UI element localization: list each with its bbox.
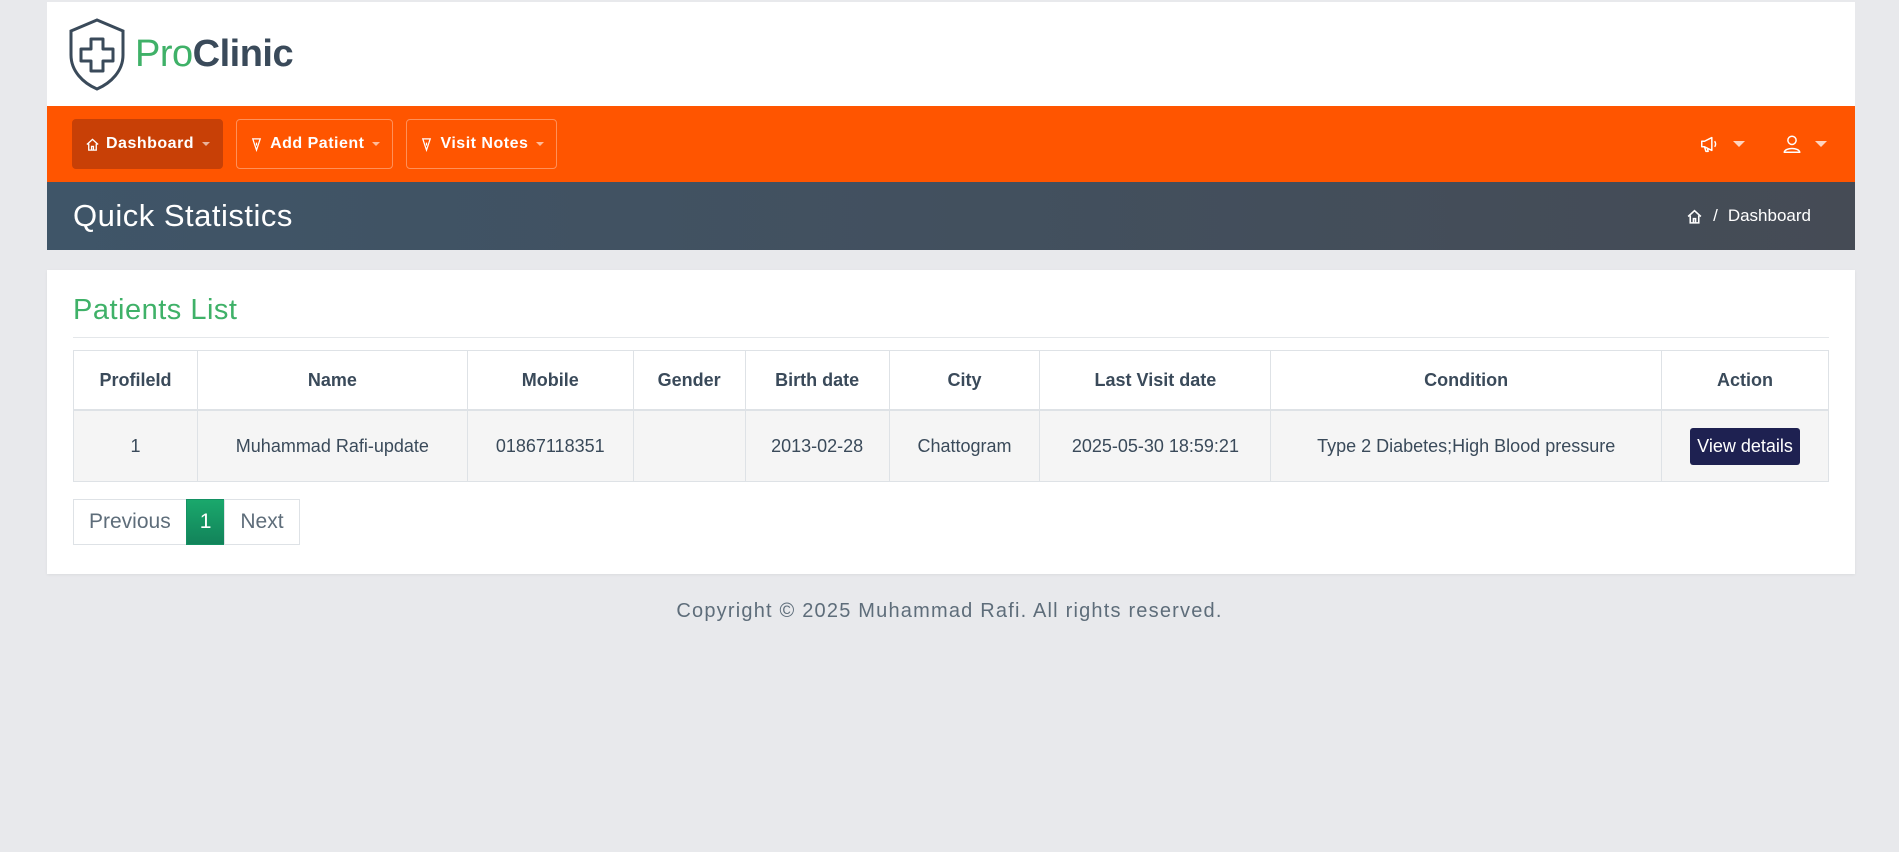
column-header[interactable]: Mobile <box>466 350 634 411</box>
user-icon <box>1783 135 1801 153</box>
nav-visit-notes-button[interactable]: Visit Notes <box>406 119 558 169</box>
chevron-down-icon <box>1815 141 1827 147</box>
nav-dashboard-label: Dashboard <box>106 135 195 152</box>
page-title: Quick Statistics <box>73 198 293 233</box>
megaphone-icon <box>1701 136 1717 153</box>
cell-action: View details <box>1661 409 1829 482</box>
breadcrumb: / Dashboard <box>1686 206 1811 226</box>
nav-visit-notes-label: Visit Notes <box>440 135 529 152</box>
cell-gender <box>632 409 746 482</box>
top-header: ProClinic <box>47 2 1855 106</box>
cell-mobile: 01867118351 <box>466 409 634 482</box>
nav-add-patient-button[interactable]: Add Patient <box>236 119 394 169</box>
table-row: 1 Muhammad Rafi-update 01867118351 2013-… <box>73 409 1829 482</box>
chevron-down-icon <box>372 142 381 146</box>
cell-city: Chattogram <box>888 409 1041 482</box>
cell-condition: Type 2 Diabetes;High Blood pressure <box>1270 409 1663 482</box>
nav-add-patient-label: Add Patient <box>270 135 365 152</box>
cell-name: Muhammad Rafi-update <box>196 409 468 482</box>
column-header[interactable]: Condition <box>1270 350 1663 411</box>
column-header[interactable]: City <box>888 350 1041 411</box>
main-navbar: Dashboard Add Patient Visit Notes <box>47 106 1855 182</box>
card-divider <box>73 337 1829 338</box>
user-menu-dropdown[interactable] <box>1781 133 1827 155</box>
shield-cross-icon <box>69 18 125 91</box>
table-header-row: ProfileId Name Mobile Gender Birth date … <box>73 350 1829 411</box>
next-page-button[interactable]: Next <box>224 499 300 545</box>
chevron-down-icon <box>536 142 545 146</box>
patients-list-title: Patients List <box>73 294 238 326</box>
nav-dashboard-button[interactable]: Dashboard <box>72 119 224 169</box>
nav-right-group <box>1699 133 1827 155</box>
page-title-bar: Quick Statistics / Dashboard <box>47 182 1855 250</box>
cell-last-visit: 2025-05-30 18:59:21 <box>1039 409 1272 482</box>
footer-copyright: Copyright © 2025 Muhammad Rafi. All righ… <box>676 600 1223 622</box>
home-icon[interactable] <box>1686 208 1703 225</box>
pin-icon <box>251 137 262 152</box>
chevron-down-icon <box>1733 141 1745 147</box>
cell-profile-id: 1 <box>73 409 198 482</box>
column-header: Action <box>1661 350 1829 411</box>
cell-birth-date: 2013-02-28 <box>744 409 890 482</box>
patients-table: ProfileId Name Mobile Gender Birth date … <box>73 350 1829 482</box>
column-header[interactable]: Gender <box>632 350 746 411</box>
breadcrumb-separator: / <box>1713 206 1718 225</box>
view-details-button[interactable]: View details <box>1690 427 1800 465</box>
column-header[interactable]: ProfileId <box>73 350 198 411</box>
brand-name: ProClinic <box>135 32 294 75</box>
page-1-button[interactable]: 1 <box>185 499 226 545</box>
column-header[interactable]: Birth date <box>744 350 890 411</box>
column-header[interactable]: Name <box>196 350 468 411</box>
pagination: Previous 1 Next <box>73 499 300 545</box>
chevron-down-icon <box>202 142 211 146</box>
previous-page-button[interactable]: Previous <box>73 499 187 545</box>
pin-icon <box>422 137 432 152</box>
breadcrumb-current: Dashboard <box>1727 206 1811 225</box>
column-header[interactable]: Last Visit date <box>1039 350 1272 411</box>
notifications-dropdown[interactable] <box>1699 133 1745 155</box>
home-icon <box>86 137 99 151</box>
logo[interactable]: ProClinic <box>67 17 294 91</box>
patients-card: Patients List ProfileId Name Mobile Gend… <box>47 270 1855 574</box>
